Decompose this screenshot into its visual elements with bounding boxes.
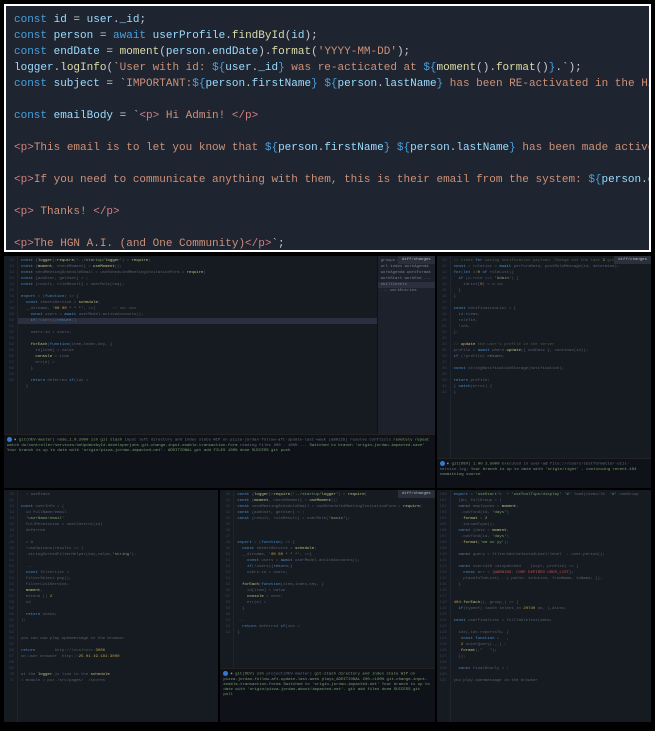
line-gutter: 40 41 42 43 44 45 46 47 48 49 50 51 52 5… <box>4 490 18 722</box>
diff-badge: diff/changes <box>614 256 651 264</box>
editor-thumb-1[interactable]: 40 41 42 43 44 45 46 47 48 49 50 51 52 5… <box>4 256 435 488</box>
terminal-panel[interactable]: ● git(DEV-master) node_1.0.2000 zsh git … <box>4 434 435 488</box>
code-area[interactable]: : useState const userInfo = ( id fullNam… <box>18 490 218 722</box>
main-code-editor[interactable]: const id = user._id; const person = awai… <box>4 4 651 252</box>
code-area[interactable]: export = 'useStart'k + 'useToolTips/disp… <box>451 490 651 722</box>
editor-thumb-5[interactable]: 100 101 102 103 104 105 106 107 108 109 … <box>437 490 651 722</box>
code-area[interactable]: // Lines for saving notification payload… <box>451 256 651 488</box>
line-gutter: 10 11 12 13 14 15 16 17 18 19 20 21 22 2… <box>437 256 451 488</box>
terminal-panel[interactable]: ● git(DEV) zsh project(DEV-master) git-s… <box>220 668 434 722</box>
line-gutter: 100 101 102 103 104 105 106 107 108 109 … <box>437 490 451 722</box>
terminal-panel[interactable]: ● git(DEV) 1.00 2.5000 Executed in user-… <box>437 458 651 488</box>
diff-badge: diff/changes <box>398 256 435 264</box>
editor-thumb-4[interactable]: 40 41 42 43 44 45 46 47 48 49 50 51 52 5… <box>220 490 434 722</box>
diff-badge: diff/changes <box>398 490 435 498</box>
editor-thumb-3[interactable]: 40 41 42 43 44 45 46 47 48 49 50 51 52 5… <box>4 490 218 722</box>
editor-thumb-2[interactable]: 10 11 12 13 14 15 16 17 18 19 20 21 22 2… <box>437 256 651 488</box>
thumbnail-grid: 40 41 42 43 44 45 46 47 48 49 50 51 52 5… <box>0 256 655 726</box>
